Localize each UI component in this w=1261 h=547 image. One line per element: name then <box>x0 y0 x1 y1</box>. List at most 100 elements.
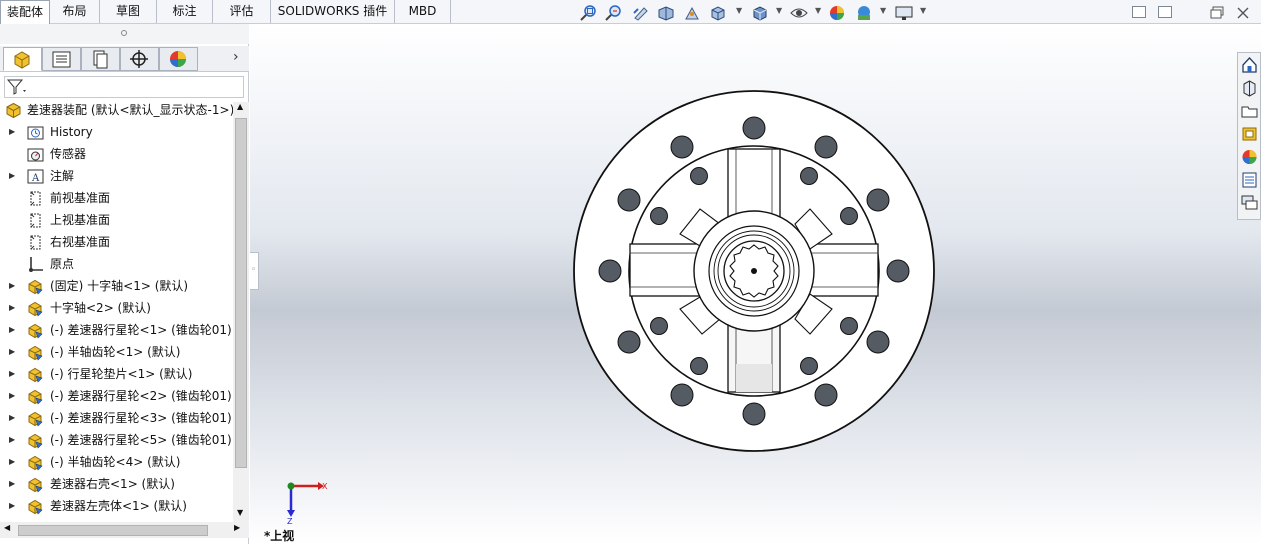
svg-text:A: A <box>31 173 40 184</box>
expand-arrow-icon[interactable]: ▶ <box>9 473 15 495</box>
collapse-left-icon[interactable] <box>1132 6 1146 18</box>
tab-evaluate[interactable]: 评估 <box>213 0 271 23</box>
triad-x-label: X <box>322 482 328 491</box>
tree-item-label: 前视基准面 <box>50 191 111 205</box>
tab-assembly[interactable]: 装配体 <box>0 0 50 24</box>
instant3d-icon[interactable] <box>683 5 701 21</box>
propertymanager-tab[interactable] <box>42 47 81 71</box>
apply-scene-icon[interactable] <box>855 5 873 21</box>
tab-sketch[interactable]: 草图 <box>100 0 157 23</box>
edit-appearance-icon[interactable] <box>829 5 847 21</box>
configurationmanager-tab[interactable] <box>81 47 120 71</box>
tree-scroll-thumb[interactable] <box>235 118 247 468</box>
expand-arrow-icon[interactable]: ▶ <box>9 407 15 429</box>
tree-filter[interactable] <box>4 76 244 98</box>
part-icon <box>28 279 43 295</box>
expand-arrow-icon[interactable]: ▶ <box>9 275 15 297</box>
displaymanager-tab[interactable] <box>159 47 198 71</box>
feature-manager-panel: › 差速器装配 (默认<默认_显示状态-1>) ▶ History 传感器 ▶ A 注解前… <box>0 24 249 544</box>
view-settings-icon[interactable] <box>895 5 913 21</box>
hide-show-dropdown-icon[interactable]: ▼ <box>815 6 821 15</box>
differential-model-top-view[interactable]: X Z <box>250 24 1261 544</box>
plane-icon <box>30 191 41 206</box>
feature-tree: 差速器装配 (默认<默认_显示状态-1>) ▶ History 传感器 ▶ A 注解 前视基… <box>0 100 233 522</box>
part-icon <box>28 301 43 317</box>
expand-arrow-icon[interactable]: ▶ <box>9 385 15 407</box>
sensor-icon <box>27 148 44 162</box>
view-orientation-dropdown-icon[interactable]: ▼ <box>736 6 742 15</box>
crosshair-icon <box>130 50 148 68</box>
part-icon <box>28 389 43 405</box>
tab-mbd[interactable]: MBD <box>395 0 451 23</box>
expand-arrow-icon[interactable]: ▶ <box>9 165 15 187</box>
dimxpert-tab[interactable] <box>120 47 159 71</box>
expand-arrow-icon[interactable]: ▶ <box>9 319 15 341</box>
display-style-dropdown-icon[interactable]: ▼ <box>776 6 782 15</box>
tree-item-label: 差速器左壳体<1> (默认) <box>50 499 187 513</box>
tree-hscroll-thumb[interactable] <box>18 525 208 536</box>
view-orientation-icon[interactable] <box>709 5 727 21</box>
side-gear <box>693 210 815 332</box>
scroll-left-icon[interactable]: ◀ <box>4 523 10 532</box>
expand-arrow-icon[interactable]: ▶ <box>9 429 15 451</box>
tree-horizontal-scrollbar[interactable]: ◀ ▶ <box>0 522 249 538</box>
custom-properties-icon[interactable] <box>1240 170 1259 190</box>
forum-icon[interactable] <box>1240 193 1259 213</box>
part-icon <box>28 455 43 471</box>
filter-icon <box>6 79 26 95</box>
tree-item-label: (-) 半轴齿轮<4> (默认) <box>50 455 181 469</box>
tree-item-label: 传感器 <box>50 147 87 161</box>
expand-arrow-icon[interactable]: ▶ <box>9 451 15 473</box>
zoom-to-area-icon[interactable] <box>605 5 623 21</box>
tree-item-label: (-) 差速器行星轮<5> (锥齿轮01) <box>50 433 232 447</box>
expand-arrow-icon[interactable]: ▶ <box>9 121 15 143</box>
view-palette-icon[interactable] <box>1240 124 1259 144</box>
appearances-icon[interactable] <box>1240 147 1259 167</box>
tree-item-label: 右视基准面 <box>50 235 111 249</box>
scroll-up-icon[interactable]: ▲ <box>237 102 243 111</box>
annotation-icon: A <box>27 169 44 184</box>
expand-arrow-icon[interactable]: ▶ <box>9 495 15 517</box>
task-pane <box>1237 52 1261 220</box>
tree-vertical-scrollbar[interactable]: ▲ ▼ <box>233 102 249 522</box>
tree-item-label: 注解 <box>50 169 75 183</box>
tab-markup[interactable]: 标注 <box>157 0 213 23</box>
triad-z-label: Z <box>287 517 293 526</box>
origin-icon <box>29 257 43 272</box>
chevron-right-icon[interactable]: › <box>233 49 239 65</box>
view-name-label: *上视 <box>264 529 295 543</box>
tree-item-label: (-) 差速器行星轮<1> (锥齿轮01) <box>50 323 232 337</box>
file-explorer-icon[interactable] <box>1240 101 1259 121</box>
close-window-icon[interactable] <box>1234 5 1252 21</box>
scroll-down-icon[interactable]: ▼ <box>237 508 243 517</box>
tab-solidworks-addins[interactable]: SOLIDWORKS 插件 <box>271 0 395 23</box>
expand-arrow-icon[interactable]: ▶ <box>9 341 15 363</box>
featuremanager-tab[interactable] <box>3 47 42 71</box>
tree-item-label: (-) 差速器行星轮<3> (锥齿轮01) <box>50 411 232 425</box>
expand-arrow-icon[interactable]: ▶ <box>9 363 15 385</box>
plane-icon <box>30 235 41 250</box>
scroll-right-icon[interactable]: ▶ <box>234 523 240 532</box>
previous-view-icon[interactable] <box>632 5 650 21</box>
panel-grip[interactable] <box>0 24 249 44</box>
display-style-icon[interactable] <box>751 5 769 21</box>
apply-scene-dropdown-icon[interactable]: ▼ <box>880 6 886 15</box>
tab-layout[interactable]: 布局 <box>50 0 100 23</box>
design-library-icon[interactable] <box>1240 78 1259 98</box>
home-icon[interactable] <box>1240 55 1259 75</box>
tree-item-label: (-) 半轴齿轮<1> (默认) <box>50 345 181 359</box>
view-settings-dropdown-icon[interactable]: ▼ <box>920 6 926 15</box>
panel-tabs: › <box>0 46 249 72</box>
panel-splitter[interactable]: ◦ <box>250 252 259 290</box>
part-icon <box>28 433 43 449</box>
restore-window-icon[interactable] <box>1209 5 1227 21</box>
hide-show-items-icon[interactable] <box>790 5 808 21</box>
graphics-area[interactable]: X Z <box>250 24 1261 544</box>
expand-right-icon[interactable] <box>1158 6 1172 18</box>
zoom-to-fit-icon[interactable] <box>580 5 598 21</box>
tree-root-label: 差速器装配 (默认<默认_显示状态-1>) <box>27 103 233 117</box>
expand-arrow-icon[interactable]: ▶ <box>9 297 15 319</box>
tree-item-label: (-) 差速器行星轮<2> (锥齿轮01) <box>50 389 232 403</box>
section-view-icon[interactable] <box>657 5 675 21</box>
property-list-icon <box>52 51 71 68</box>
